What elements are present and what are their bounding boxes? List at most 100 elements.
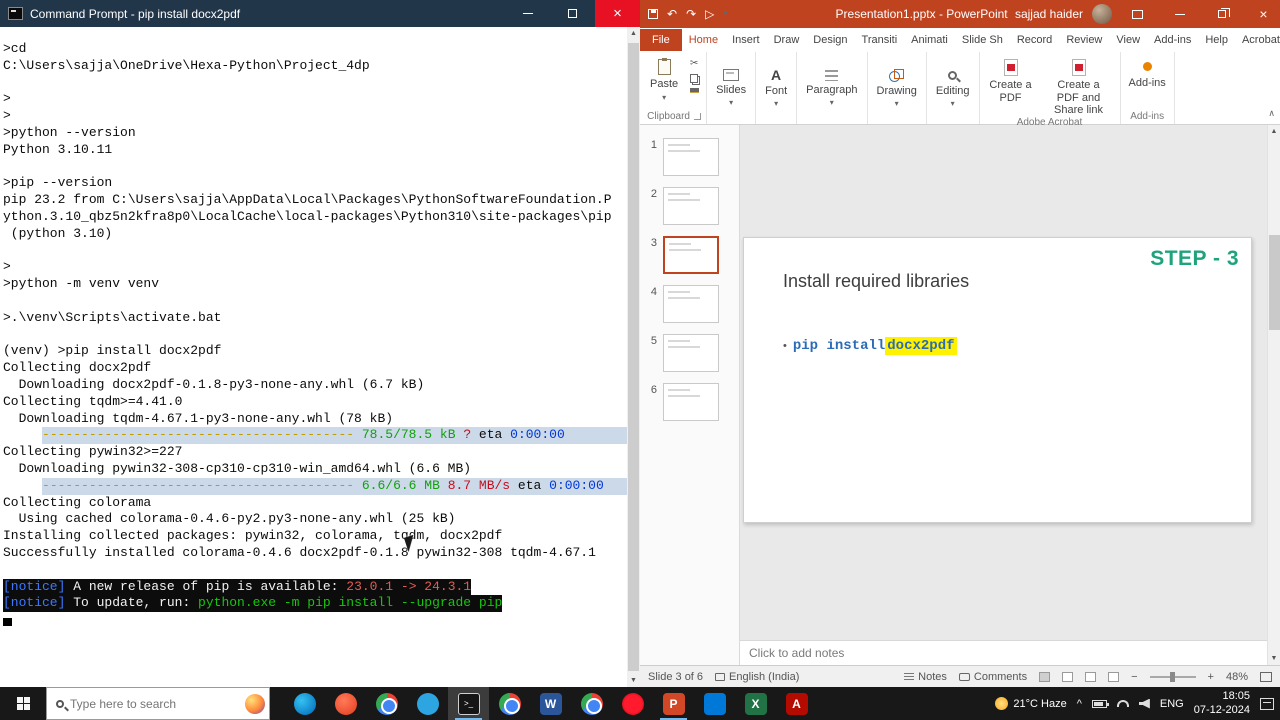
taskbar-brave-icon[interactable] (325, 687, 366, 720)
tab-slide-sh[interactable]: Slide Sh (955, 29, 1010, 51)
ppt-restore-button[interactable] (1205, 0, 1238, 28)
slideshow-view-button[interactable] (1108, 671, 1120, 682)
font-group-button[interactable]: A Font ▾ (756, 52, 798, 124)
ppt-titlebar[interactable]: ↶ ↷ ▷ ▾ Presentation1.pptx - PowerPoint … (640, 0, 1280, 28)
tray-expand-icon[interactable]: ^ (1077, 698, 1082, 710)
addins-button[interactable]: Add-ins (1124, 54, 1171, 109)
cmd-scrollbar-thumb[interactable] (628, 43, 639, 671)
undo-icon[interactable]: ↶ (667, 7, 677, 21)
taskbar-vscode-icon[interactable] (694, 687, 735, 720)
create-pdf-button[interactable]: Create a PDF (983, 54, 1039, 117)
notes-toggle[interactable]: Notes (904, 671, 947, 683)
tab-acrobat[interactable]: Acrobat (1235, 29, 1280, 51)
tab-transiti[interactable]: Transiti (855, 29, 905, 51)
tab-view[interactable]: View (1109, 29, 1147, 51)
cmd-scrollbar[interactable]: ▲ ▼ (627, 27, 640, 687)
tab-add-ins[interactable]: Add-ins (1147, 29, 1198, 51)
clipboard-dialog-launcher-icon[interactable] (693, 113, 701, 120)
taskbar-telegram-icon[interactable] (407, 687, 448, 720)
slide-thumbnail-1[interactable]: 1 (648, 138, 733, 176)
user-avatar[interactable] (1092, 4, 1112, 24)
tab-design[interactable]: Design (806, 29, 854, 51)
create-pdf-share-button[interactable]: Create a PDF and Share link (1041, 54, 1117, 117)
battery-icon[interactable] (1091, 699, 1109, 708)
zoom-out-button[interactable]: − (1131, 671, 1137, 683)
cmd-maximize-button[interactable] (550, 0, 595, 27)
tab-record[interactable]: Record (1010, 29, 1059, 51)
comments-toggle[interactable]: Comments (958, 671, 1027, 683)
tab-home[interactable]: Home (682, 29, 725, 51)
slide-scrollbar-thumb[interactable] (1269, 235, 1280, 330)
tab-review[interactable]: Review (1059, 29, 1109, 51)
taskbar-opera-icon[interactable] (612, 687, 653, 720)
slide-work-area[interactable]: STEP - 3 Install required libraries • pi… (740, 125, 1267, 640)
save-icon[interactable] (648, 9, 658, 19)
tab-animati[interactable]: Animati (904, 29, 955, 51)
taskbar-cmd-icon[interactable] (448, 687, 489, 720)
normal-view-button[interactable] (1039, 671, 1051, 682)
scroll-up-icon[interactable]: ▲ (1268, 128, 1280, 135)
cmd-close-button[interactable]: × (595, 0, 640, 27)
taskbar-chrome-icon[interactable] (366, 687, 407, 720)
slide-thumbnail-4[interactable]: 4 (648, 285, 733, 323)
taskbar-adobe-icon[interactable]: A (776, 687, 817, 720)
taskbar-powerpoint-icon[interactable]: P (653, 687, 694, 720)
reading-view-button[interactable] (1085, 671, 1097, 682)
taskbar-clock[interactable]: 18:05 07-12-2024 (1194, 690, 1250, 716)
start-button[interactable] (0, 687, 46, 720)
taskbar-edge-icon[interactable] (284, 687, 325, 720)
zoom-slider-thumb[interactable] (1170, 671, 1176, 682)
slide-thumbnail-5[interactable]: 5 (648, 334, 733, 372)
taskbar-search[interactable] (46, 687, 270, 720)
ribbon-display-options-icon[interactable] (1121, 0, 1154, 28)
cut-icon[interactable]: ✂ (690, 59, 698, 69)
format-painter-icon[interactable] (689, 88, 699, 93)
zoom-in-button[interactable]: + (1208, 671, 1214, 683)
ppt-close-button[interactable]: × (1247, 0, 1280, 28)
taskbar-chrome-icon[interactable] (489, 687, 530, 720)
cmd-minimize-button[interactable] (505, 0, 550, 27)
ppt-minimize-button[interactable] (1163, 0, 1196, 28)
paste-dropdown-icon[interactable]: ▾ (662, 93, 666, 102)
scroll-down-icon[interactable]: ▼ (1268, 655, 1280, 662)
tab-draw[interactable]: Draw (767, 29, 807, 51)
redo-icon[interactable]: ↷ (686, 7, 696, 21)
slide-thumbnail-6[interactable]: 6 (648, 383, 733, 421)
taskbar-excel-icon[interactable]: X (735, 687, 776, 720)
collapse-ribbon-icon[interactable]: ∧ (1268, 108, 1275, 119)
signed-in-user[interactable]: sajjad haider (1015, 7, 1083, 21)
zoom-percentage[interactable]: 48% (1226, 671, 1248, 683)
notes-pane[interactable]: Click to add notes (740, 640, 1267, 665)
editing-group-button[interactable]: Editing ▾ (927, 52, 980, 124)
qat-customize-icon[interactable]: ▾ (723, 10, 727, 18)
drawing-group-button[interactable]: Drawing ▾ (868, 52, 927, 124)
slide-scrollbar[interactable]: ▲ ▼ (1267, 125, 1280, 665)
language-indicator[interactable]: English (India) (715, 671, 799, 683)
terminal-output[interactable]: >cd C:\Users\sajja\OneDrive\Hexa-Python\P… (0, 27, 627, 687)
tab-insert[interactable]: Insert (725, 29, 767, 51)
tab-file[interactable]: File (640, 29, 682, 51)
copy-icon[interactable] (690, 74, 699, 83)
start-slideshow-icon[interactable]: ▷ (705, 7, 714, 21)
tab-help[interactable]: Help (1198, 29, 1235, 51)
weather-widget[interactable]: 21°C Haze (995, 697, 1067, 710)
zoom-slider[interactable] (1149, 671, 1196, 682)
slide-thumbnail-2[interactable]: 2 (648, 187, 733, 225)
search-input[interactable] (70, 696, 239, 711)
slides-group-button[interactable]: Slides ▾ (707, 52, 757, 124)
scroll-up-icon[interactable]: ▲ (627, 30, 640, 37)
slide-canvas[interactable]: STEP - 3 Install required libraries • pi… (743, 237, 1252, 523)
slide-thumbnail-3[interactable]: 3 (648, 236, 733, 274)
scroll-down-icon[interactable]: ▼ (627, 677, 640, 684)
action-center-icon[interactable] (1260, 697, 1274, 710)
fit-slide-icon[interactable] (1260, 671, 1272, 682)
paragraph-group-button[interactable]: Paragraph ▾ (797, 52, 868, 124)
language-badge[interactable]: ENG (1160, 698, 1184, 710)
volume-icon[interactable] (1138, 698, 1150, 709)
cmd-titlebar[interactable]: Command Prompt - pip install docx2pdf × (0, 0, 640, 27)
wifi-icon[interactable] (1116, 700, 1129, 707)
paste-button[interactable]: Paste ▾ (645, 54, 683, 109)
taskbar-chrome-icon[interactable] (571, 687, 612, 720)
slide-sorter-view-button[interactable] (1062, 671, 1074, 682)
taskbar-word-icon[interactable]: W (530, 687, 571, 720)
